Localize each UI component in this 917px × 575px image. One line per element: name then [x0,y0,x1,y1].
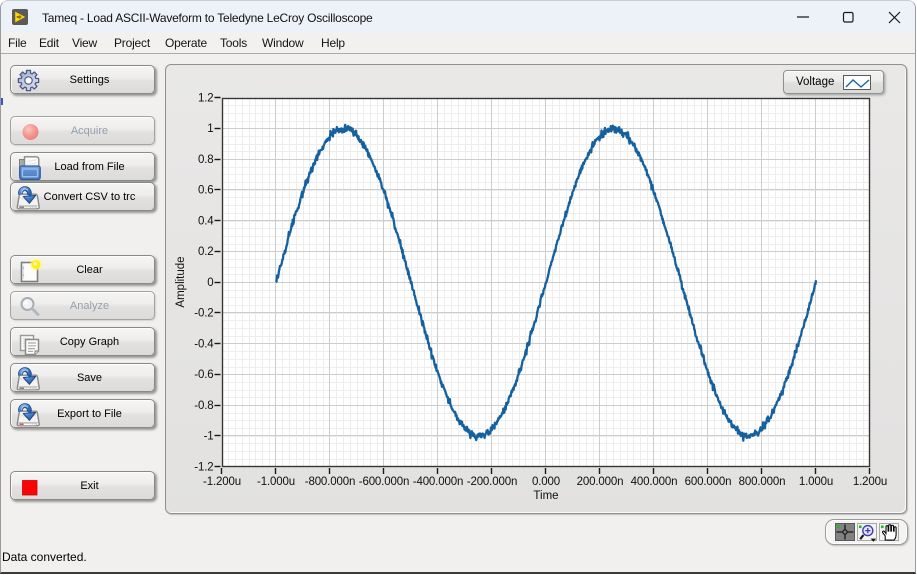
svg-text:-1.2: -1.2 [194,462,213,474]
svg-text:1.000u: 1.000u [799,476,833,488]
svg-text:200.000n: 200.000n [577,476,624,488]
svg-text:-1: -1 [204,431,214,443]
svg-text:1.200u: 1.200u [853,476,887,488]
svg-text:0.4: 0.4 [198,216,214,228]
svg-text:-0.8: -0.8 [194,400,213,412]
svg-text:-1.000u: -1.000u [257,476,295,488]
svg-text:400.000n: 400.000n [631,476,678,488]
svg-text:0.2: 0.2 [198,246,214,258]
svg-text:-1.200u: -1.200u [203,476,241,488]
svg-text:1: 1 [207,123,213,135]
svg-text:0.000: 0.000 [532,476,560,488]
svg-text:800.000n: 800.000n [739,476,786,488]
svg-text:Time: Time [533,490,558,502]
svg-text:-600.000n: -600.000n [359,476,409,488]
svg-text:-0.2: -0.2 [194,308,213,320]
svg-text:-0.6: -0.6 [194,369,213,381]
svg-text:0.8: 0.8 [198,154,214,166]
svg-text:Amplitude: Amplitude [175,256,187,307]
svg-text:-200.000n: -200.000n [467,476,517,488]
svg-text:0: 0 [207,277,213,289]
svg-text:1.2: 1.2 [198,93,214,105]
svg-text:-0.4: -0.4 [194,339,214,351]
svg-text:-400.000n: -400.000n [413,476,463,488]
svg-text:600.000n: 600.000n [685,476,732,488]
svg-text:0.6: 0.6 [198,185,214,197]
svg-text:-800.000n: -800.000n [305,476,355,488]
